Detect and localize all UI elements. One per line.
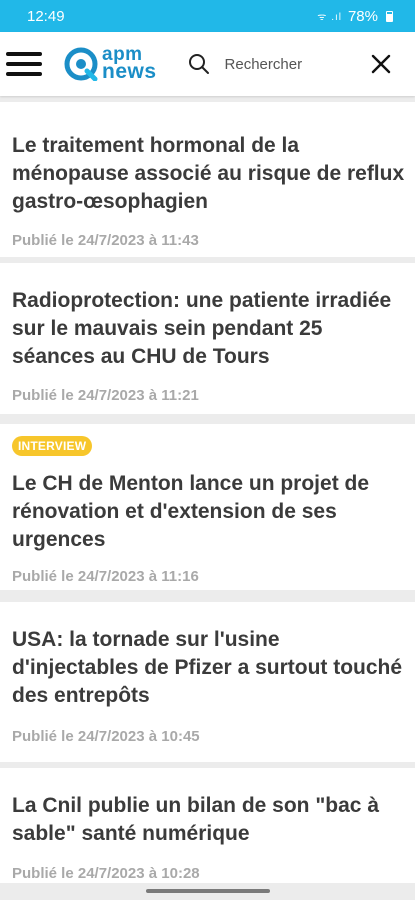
search-input[interactable]: Rechercher	[187, 32, 303, 96]
status-icons: ᯤ .ıl 78%	[317, 8, 393, 25]
article-date: Publié le 24/7/2023 à 11:16	[12, 568, 199, 585]
article-card[interactable]: La Cnil publie un bilan de son "bac à sa…	[0, 768, 415, 883]
article-title: Le traitement hormonal de la ménopause a…	[12, 134, 405, 213]
apm-news-logo[interactable]: apm news	[64, 45, 157, 84]
system-nav-bar	[0, 883, 415, 900]
article-date: Publié le 24/7/2023 à 10:45	[12, 728, 200, 745]
article-title: Le CH de Menton lance un projet de rénov…	[12, 472, 370, 551]
article-card[interactable]: Radioprotection: une patiente irradiée s…	[0, 263, 415, 414]
article-date: Publié le 24/7/2023 à 11:21	[12, 387, 199, 404]
logo-mark-icon	[64, 47, 98, 81]
menu-icon[interactable]	[6, 52, 42, 76]
article-card[interactable]: INTERVIEW Le CH de Menton lance un proje…	[0, 424, 415, 590]
status-bar: 12:49 ᯤ .ıl 78%	[0, 0, 415, 32]
signal-icon: ᯤ .ıl	[317, 12, 342, 23]
gesture-handle[interactable]	[146, 889, 270, 893]
article-card[interactable]: USA: la tornade sur l'usine d'injectable…	[0, 602, 415, 762]
search-placeholder: Rechercher	[224, 55, 303, 73]
article-date: Publié le 24/7/2023 à 10:28	[12, 865, 200, 882]
battery-icon	[386, 10, 393, 22]
logo-text-news: news	[102, 60, 157, 84]
search-icon	[188, 54, 209, 74]
article-card[interactable]: Le traitement hormonal de la ménopause a…	[0, 102, 415, 257]
status-time: 12:49	[27, 7, 65, 25]
interview-badge: INTERVIEW	[12, 436, 93, 456]
app-header: apm news Rechercher	[0, 32, 415, 96]
close-icon[interactable]	[371, 54, 391, 74]
article-title: La Cnil publie un bilan de son "bac à sa…	[12, 794, 379, 845]
battery-level: 78%	[347, 7, 378, 25]
article-date: Publié le 24/7/2023 à 11:43	[12, 232, 199, 249]
article-title: Radioprotection: une patiente irradiée s…	[12, 289, 392, 368]
article-title: USA: la tornade sur l'usine d'injectable…	[12, 628, 403, 707]
app-screen: 12:49 ᯤ .ıl 78% apm news Rechercher Le t…	[0, 0, 415, 900]
